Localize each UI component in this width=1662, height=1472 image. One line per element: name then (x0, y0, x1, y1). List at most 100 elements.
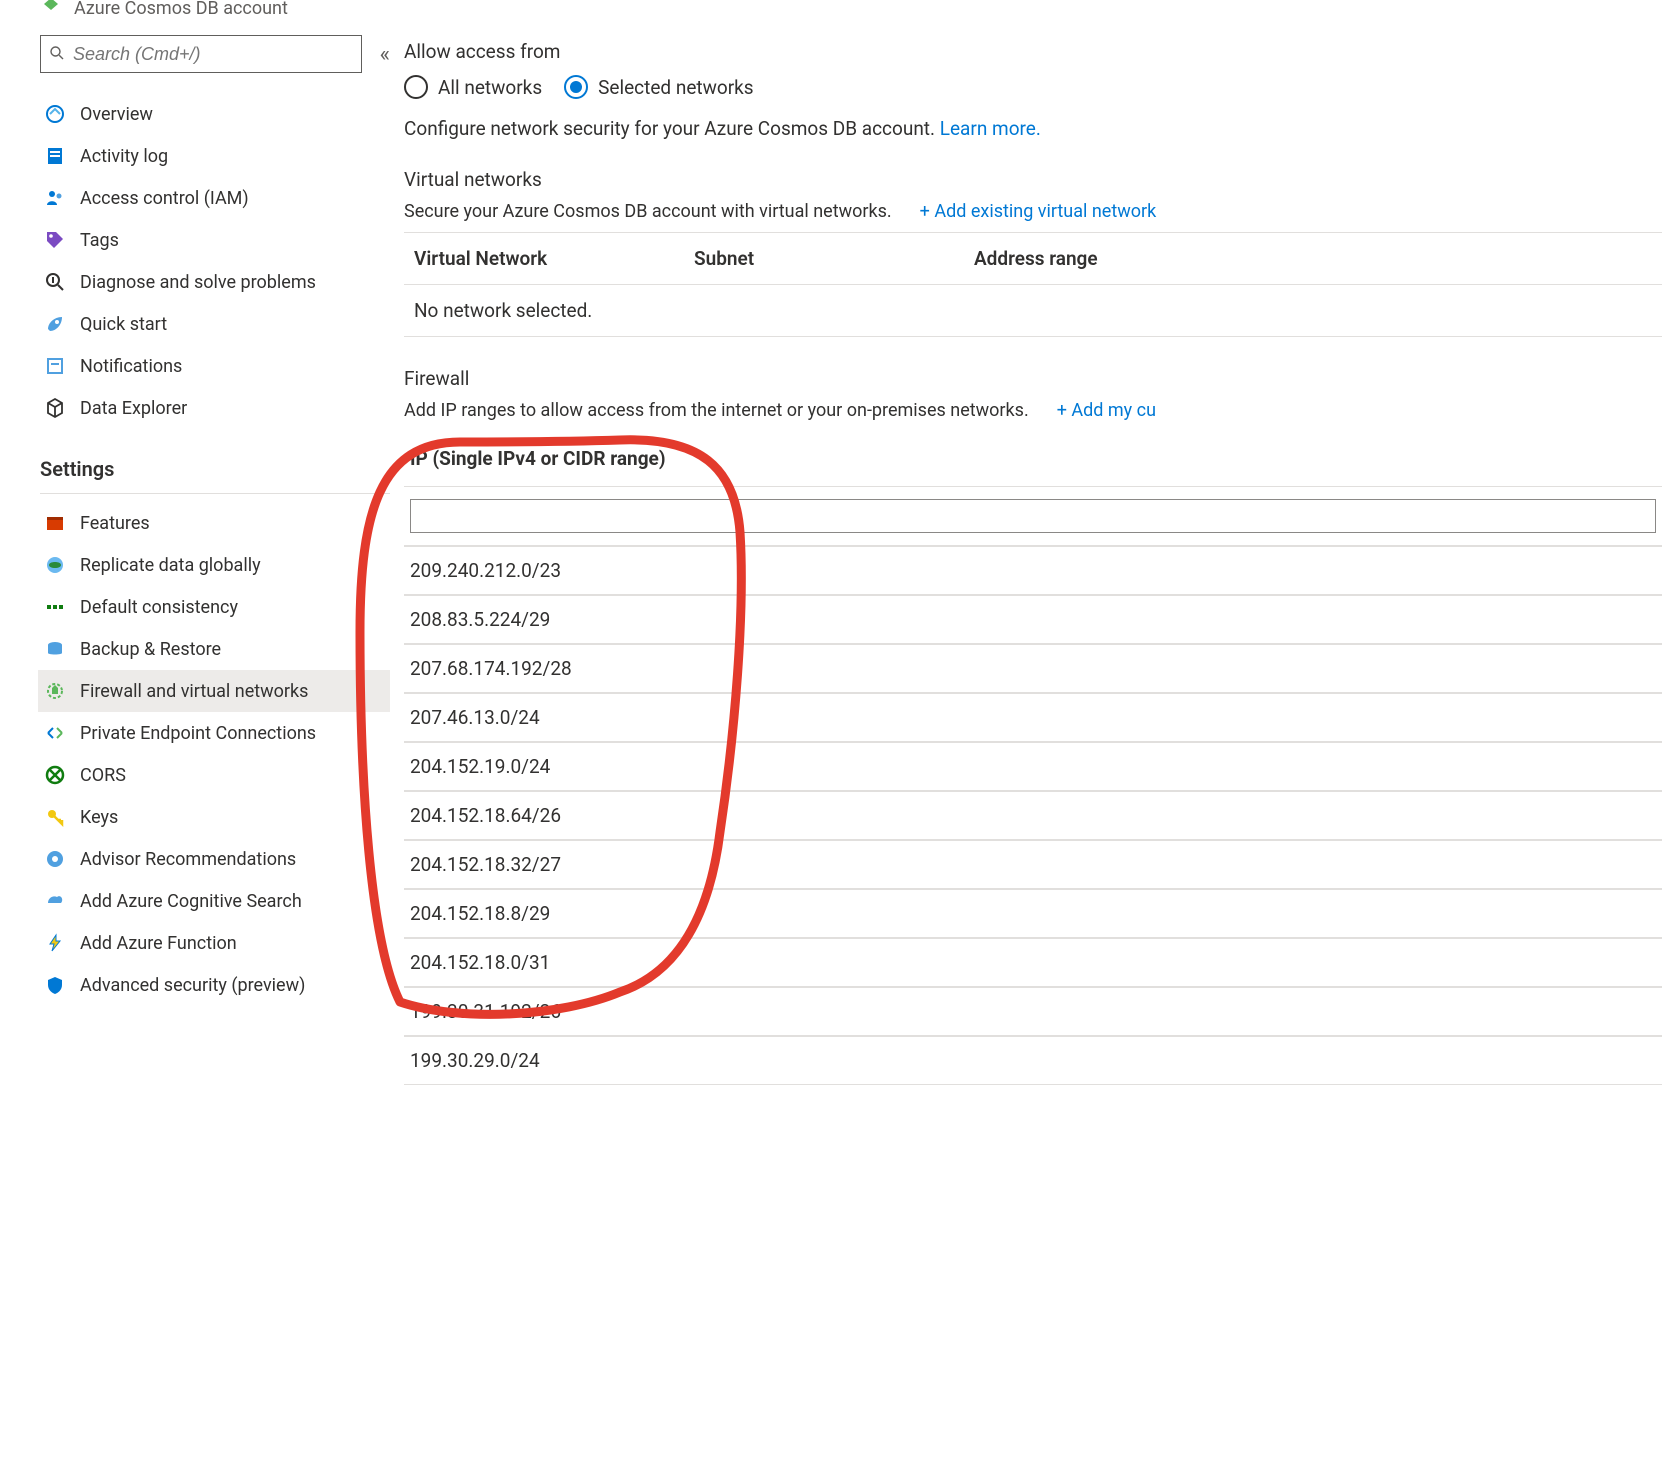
ip-col-header: IP (Single IPv4 or CIDR range) (404, 431, 1662, 486)
nav-item-quickstart[interactable]: Quick start (38, 303, 390, 345)
nav-item-label: Advisor Recommendations (80, 849, 296, 870)
radio-selected-networks[interactable]: Selected networks (564, 75, 754, 99)
consistency-icon (44, 596, 66, 618)
ip-input-new[interactable] (410, 499, 1656, 533)
ip-row[interactable]: 199.30.31.192/26 (404, 987, 1662, 1036)
nav-item-cognitive[interactable]: Add Azure Cognitive Search (38, 880, 390, 922)
nav-item-advisor[interactable]: Advisor Recommendations (38, 838, 390, 880)
pec-icon (44, 722, 66, 744)
nav-item-label: Quick start (80, 314, 167, 335)
vnet-empty-state: No network selected. (414, 299, 694, 322)
nav-group-settings: Features Replicate data globally Default c… (40, 502, 390, 1006)
vnet-col-subnet: Subnet (694, 247, 974, 270)
vnet-col-network: Virtual Network (414, 247, 694, 270)
firewall-section-title: Firewall (404, 367, 1662, 390)
nav-item-label: Features (80, 513, 150, 534)
nav-item-label: Backup & Restore (80, 639, 221, 660)
nav-item-replicate[interactable]: Replicate data globally (38, 544, 390, 586)
ip-row[interactable]: 207.68.174.192/28 (404, 644, 1662, 693)
quickstart-icon (44, 313, 66, 335)
radio-icon (564, 75, 588, 99)
collapse-sidebar-icon[interactable]: « (380, 42, 390, 67)
search-box[interactable] (40, 35, 362, 73)
nav-item-label: Access control (IAM) (80, 188, 249, 209)
nav-item-consistency[interactable]: Default consistency (38, 586, 390, 628)
nav-item-function[interactable]: Add Azure Function (38, 922, 390, 964)
nav-item-label: Overview (80, 104, 153, 125)
nav-item-backup[interactable]: Backup & Restore (38, 628, 390, 670)
ip-row[interactable]: 204.152.18.0/31 (404, 938, 1662, 987)
security-icon (44, 974, 66, 996)
learn-more-link[interactable]: Learn more. (940, 117, 1041, 140)
nav-item-label: Keys (80, 807, 118, 828)
keys-icon (44, 806, 66, 828)
nav-item-tags[interactable]: Tags (38, 219, 390, 261)
radio-icon (404, 75, 428, 99)
ip-row[interactable]: 204.152.18.32/27 (404, 840, 1662, 889)
nav-item-notifications[interactable]: Notifications (38, 345, 390, 387)
radio-selected-label: Selected networks (598, 76, 754, 99)
ip-row[interactable]: 204.152.18.8/29 (404, 889, 1662, 938)
nav-item-label: Add Azure Cognitive Search (80, 891, 302, 912)
radio-all-networks[interactable]: All networks (404, 75, 542, 99)
diagnose-icon (44, 271, 66, 293)
nav-item-label: Default consistency (80, 597, 238, 618)
settings-section-header: Settings (40, 429, 390, 494)
nav-item-label: Replicate data globally (80, 555, 261, 576)
nav-item-activity-log[interactable]: Activity log (38, 135, 390, 177)
main-content: Allow access from All networks Selected … (390, 0, 1662, 1085)
config-description: Configure network security for your Azur… (404, 117, 1662, 140)
nav-item-label: Diagnose and solve problems (80, 272, 316, 293)
nav-item-overview[interactable]: Overview (38, 93, 390, 135)
nav-item-pec[interactable]: Private Endpoint Connections (38, 712, 390, 754)
nav-item-cors[interactable]: CORS (38, 754, 390, 796)
iam-icon (44, 187, 66, 209)
nav-group-general: Overview Activity log Access control (IAM)… (40, 93, 390, 429)
nav-item-keys[interactable]: Keys (38, 796, 390, 838)
add-my-ip-link[interactable]: + Add my cu (1057, 400, 1156, 421)
activity-log-icon (44, 145, 66, 167)
nav-item-firewall[interactable]: Firewall and virtual networks (38, 670, 390, 712)
vnet-description: Secure your Azure Cosmos DB account with… (404, 201, 892, 222)
nav-item-features[interactable]: Features (38, 502, 390, 544)
backup-icon (44, 638, 66, 660)
vnet-table: Virtual Network Subnet Address range No … (404, 232, 1662, 337)
firewall-description: Add IP ranges to allow access from the i… (404, 400, 1029, 421)
cors-icon (44, 764, 66, 786)
nav-item-security[interactable]: Advanced security (preview) (38, 964, 390, 1006)
overview-icon (44, 103, 66, 125)
nav-item-label: Notifications (80, 356, 182, 377)
vnet-col-range: Address range (974, 247, 1652, 270)
ip-row[interactable]: 208.83.5.224/29 (404, 595, 1662, 644)
nav-item-label: Firewall and virtual networks (80, 681, 308, 702)
radio-all-label: All networks (438, 76, 542, 99)
nav-item-label: Private Endpoint Connections (80, 723, 316, 744)
search-icon (49, 45, 67, 63)
firewall-icon (44, 680, 66, 702)
ip-table: IP (Single IPv4 or CIDR range) 209.240.2… (404, 431, 1662, 1085)
notifications-icon (44, 355, 66, 377)
add-vnet-link[interactable]: + Add existing virtual network (920, 201, 1157, 222)
access-from-label: Allow access from (404, 40, 1662, 63)
nav-item-iam[interactable]: Access control (IAM) (38, 177, 390, 219)
resource-type-label: Azure Cosmos DB account (74, 0, 288, 19)
ip-row[interactable]: 207.46.13.0/24 (404, 693, 1662, 742)
replicate-icon (44, 554, 66, 576)
nav-item-label: Activity log (80, 146, 168, 167)
nav-item-label: Advanced security (preview) (80, 975, 305, 996)
cognitive-icon (44, 890, 66, 912)
ip-row[interactable]: 209.240.212.0/23 (404, 546, 1662, 595)
ip-row[interactable]: 204.152.19.0/24 (404, 742, 1662, 791)
advisor-icon (44, 848, 66, 870)
ip-row[interactable]: 199.30.29.0/24 (404, 1036, 1662, 1085)
nav-item-label: Data Explorer (80, 398, 187, 419)
ip-row[interactable]: 204.152.18.64/26 (404, 791, 1662, 840)
nav-item-dataexplorer[interactable]: Data Explorer (38, 387, 390, 429)
nav-item-label: Tags (80, 230, 119, 251)
nav-item-diagnose[interactable]: Diagnose and solve problems (38, 261, 390, 303)
sidebar: Azure Cosmos DB account « Overview Activi… (0, 0, 390, 1085)
tags-icon (44, 229, 66, 251)
features-icon (44, 512, 66, 534)
nav-item-label: Add Azure Function (80, 933, 237, 954)
search-input[interactable] (73, 44, 353, 65)
